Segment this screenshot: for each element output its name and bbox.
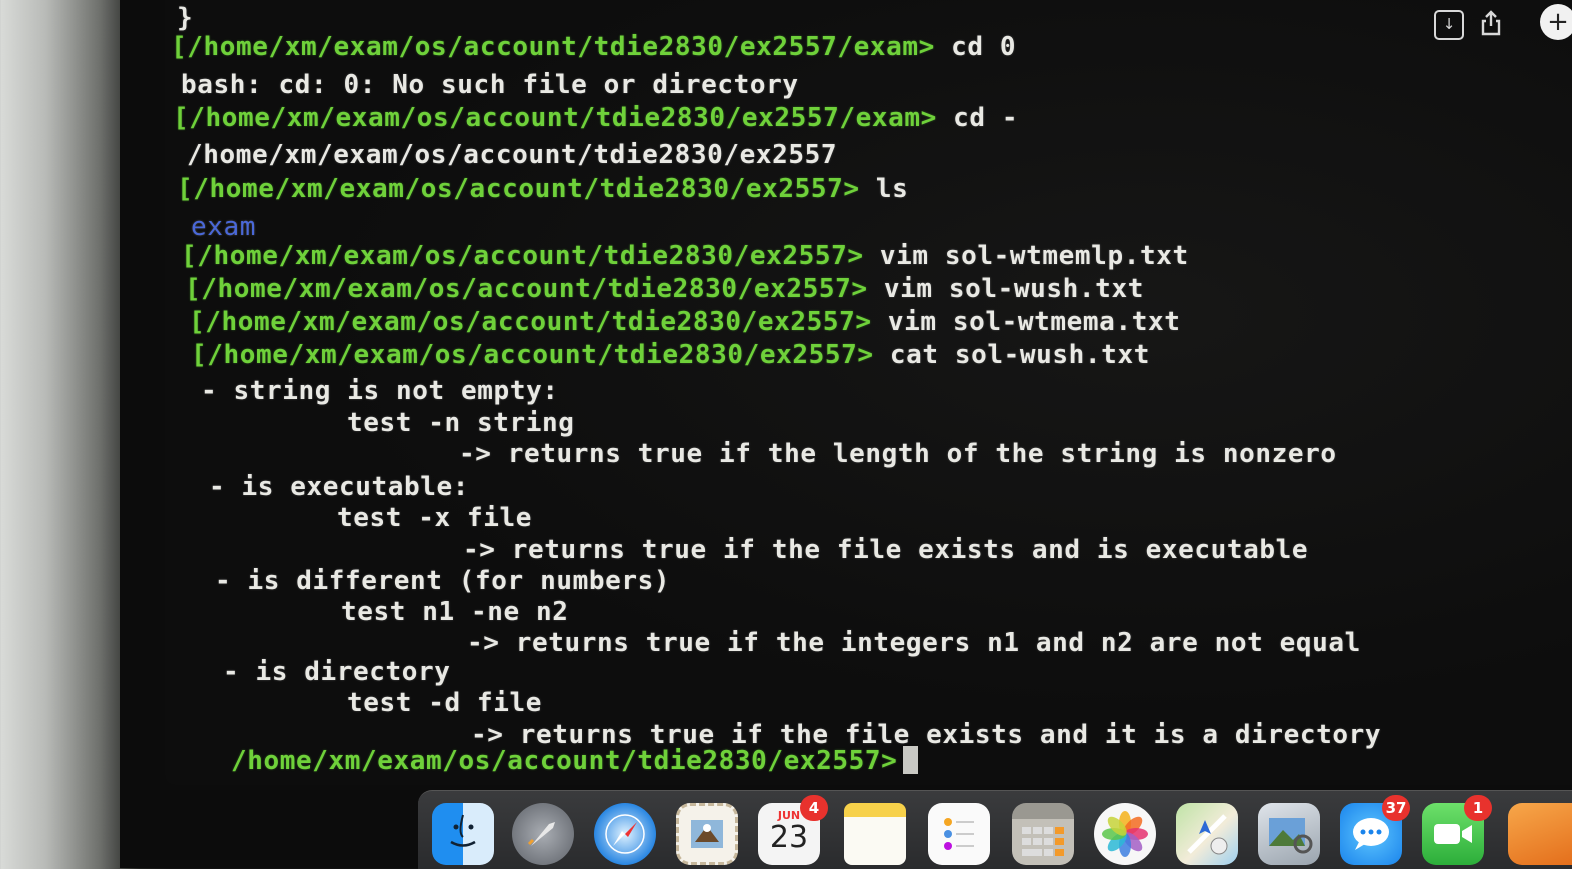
- terminal-line: - is different (for numbers): [215, 566, 671, 596]
- terminal-line: [/home/xm/exam/os/account/tdie2830/ex255…: [181, 241, 1189, 271]
- terminal-line: [/home/xm/exam/os/account/tdie2830/ex255…: [189, 307, 1180, 337]
- terminal-line: -> returns true if the file exists and i…: [463, 535, 1309, 565]
- shell-prompt: [/home/xm/exam/os/account/tdie2830/ex255…: [171, 32, 935, 62]
- messages-icon[interactable]: 37: [1340, 795, 1410, 865]
- terminal-line: }: [177, 3, 194, 33]
- safari-icon[interactable]: [594, 803, 656, 865]
- command-text: vim sol-wtmemlp.txt: [863, 241, 1189, 271]
- shell-prompt: [/home/xm/exam/os/account/tdie2830/ex255…: [177, 174, 860, 204]
- notification-badge: 37: [1382, 795, 1410, 821]
- terminal-line: -> returns true if the length of the str…: [459, 439, 1337, 469]
- calendar-day: 23: [769, 820, 809, 855]
- command-text: vim sol-wtmema.txt: [871, 307, 1181, 337]
- preview-icon[interactable]: [1258, 803, 1320, 865]
- plus-icon[interactable]: +: [1540, 4, 1572, 40]
- finder-icon[interactable]: [432, 803, 494, 865]
- shell-prompt: [/home/xm/exam/os/account/tdie2830/ex255…: [185, 274, 868, 304]
- calendar-icon[interactable]: JUN 23 4: [758, 795, 828, 865]
- directory-entry: exam: [191, 212, 257, 242]
- terminal-line: - is executable:: [209, 472, 470, 502]
- reminders-icon[interactable]: [928, 803, 990, 865]
- facetime-icon[interactable]: 1: [1422, 795, 1492, 865]
- maps-icon[interactable]: [1176, 803, 1238, 865]
- shell-prompt: [/home/xm/exam/os/account/tdie2830/ex255…: [173, 103, 937, 133]
- command-text: ls: [859, 174, 909, 204]
- mail-icon[interactable]: [676, 803, 738, 865]
- command-text: vim sol-wush.txt: [867, 274, 1144, 304]
- pages-icon[interactable]: [1508, 803, 1572, 865]
- save-icon[interactable]: ↓: [1434, 10, 1464, 40]
- shell-prompt: [/home/xm/exam/os/account/tdie2830/ex255…: [191, 340, 874, 370]
- terminal-line: [/home/xm/exam/os/account/tdie2830/ex255…: [177, 174, 908, 204]
- photos-icon[interactable]: [1094, 803, 1156, 865]
- command-text: cat sol-wush.txt: [873, 340, 1150, 370]
- notes-icon[interactable]: [844, 803, 906, 865]
- launchpad-icon[interactable]: [512, 803, 574, 865]
- notification-badge: 4: [800, 795, 828, 821]
- shell-prompt: /home/xm/exam/os/account/tdie2830/ex2557…: [231, 746, 898, 776]
- terminal-line: test n1 -ne n2: [341, 597, 569, 627]
- terminal-line: bash: cd: 0: No such file or directory: [181, 70, 799, 100]
- shell-prompt: [/home/xm/exam/os/account/tdie2830/ex255…: [181, 241, 864, 271]
- terminal-line: test -d file: [347, 688, 543, 718]
- terminal-line: - is directory: [223, 657, 451, 687]
- terminal-line: /home/xm/exam/os/account/tdie2830/ex2557: [187, 140, 838, 170]
- text-cursor: [903, 746, 919, 774]
- terminal-window[interactable]: } [/home/xm/exam/os/account/tdie2830/ex2…: [165, 0, 1572, 785]
- terminal-line: -> returns true if the integers n1 and n…: [467, 628, 1361, 658]
- terminal-line: [/home/xm/exam/os/account/tdie2830/ex255…: [191, 340, 1150, 370]
- terminal-line: [/home/xm/exam/os/account/tdie2830/ex255…: [185, 274, 1144, 304]
- terminal-line: - string is not empty:: [201, 376, 559, 406]
- terminal-line: [/home/xm/exam/os/account/tdie2830/ex255…: [171, 32, 1016, 62]
- share-icon[interactable]: [1478, 10, 1504, 38]
- terminal-line: test -n string: [347, 408, 575, 438]
- terminal-line: [/home/xm/exam/os/account/tdie2830/ex255…: [173, 103, 1018, 133]
- calculator-icon[interactable]: [1012, 803, 1074, 865]
- command-text: cd -: [936, 103, 1019, 133]
- dock: JUN 23 4 37 1: [418, 790, 1572, 869]
- shell-prompt: [/home/xm/exam/os/account/tdie2830/ex255…: [189, 307, 872, 337]
- notification-badge: 1: [1464, 795, 1492, 821]
- terminal-line: test -x file: [337, 503, 533, 533]
- command-text: cd 0: [934, 32, 1017, 62]
- terminal-line: /home/xm/exam/os/account/tdie2830/ex2557…: [231, 746, 919, 776]
